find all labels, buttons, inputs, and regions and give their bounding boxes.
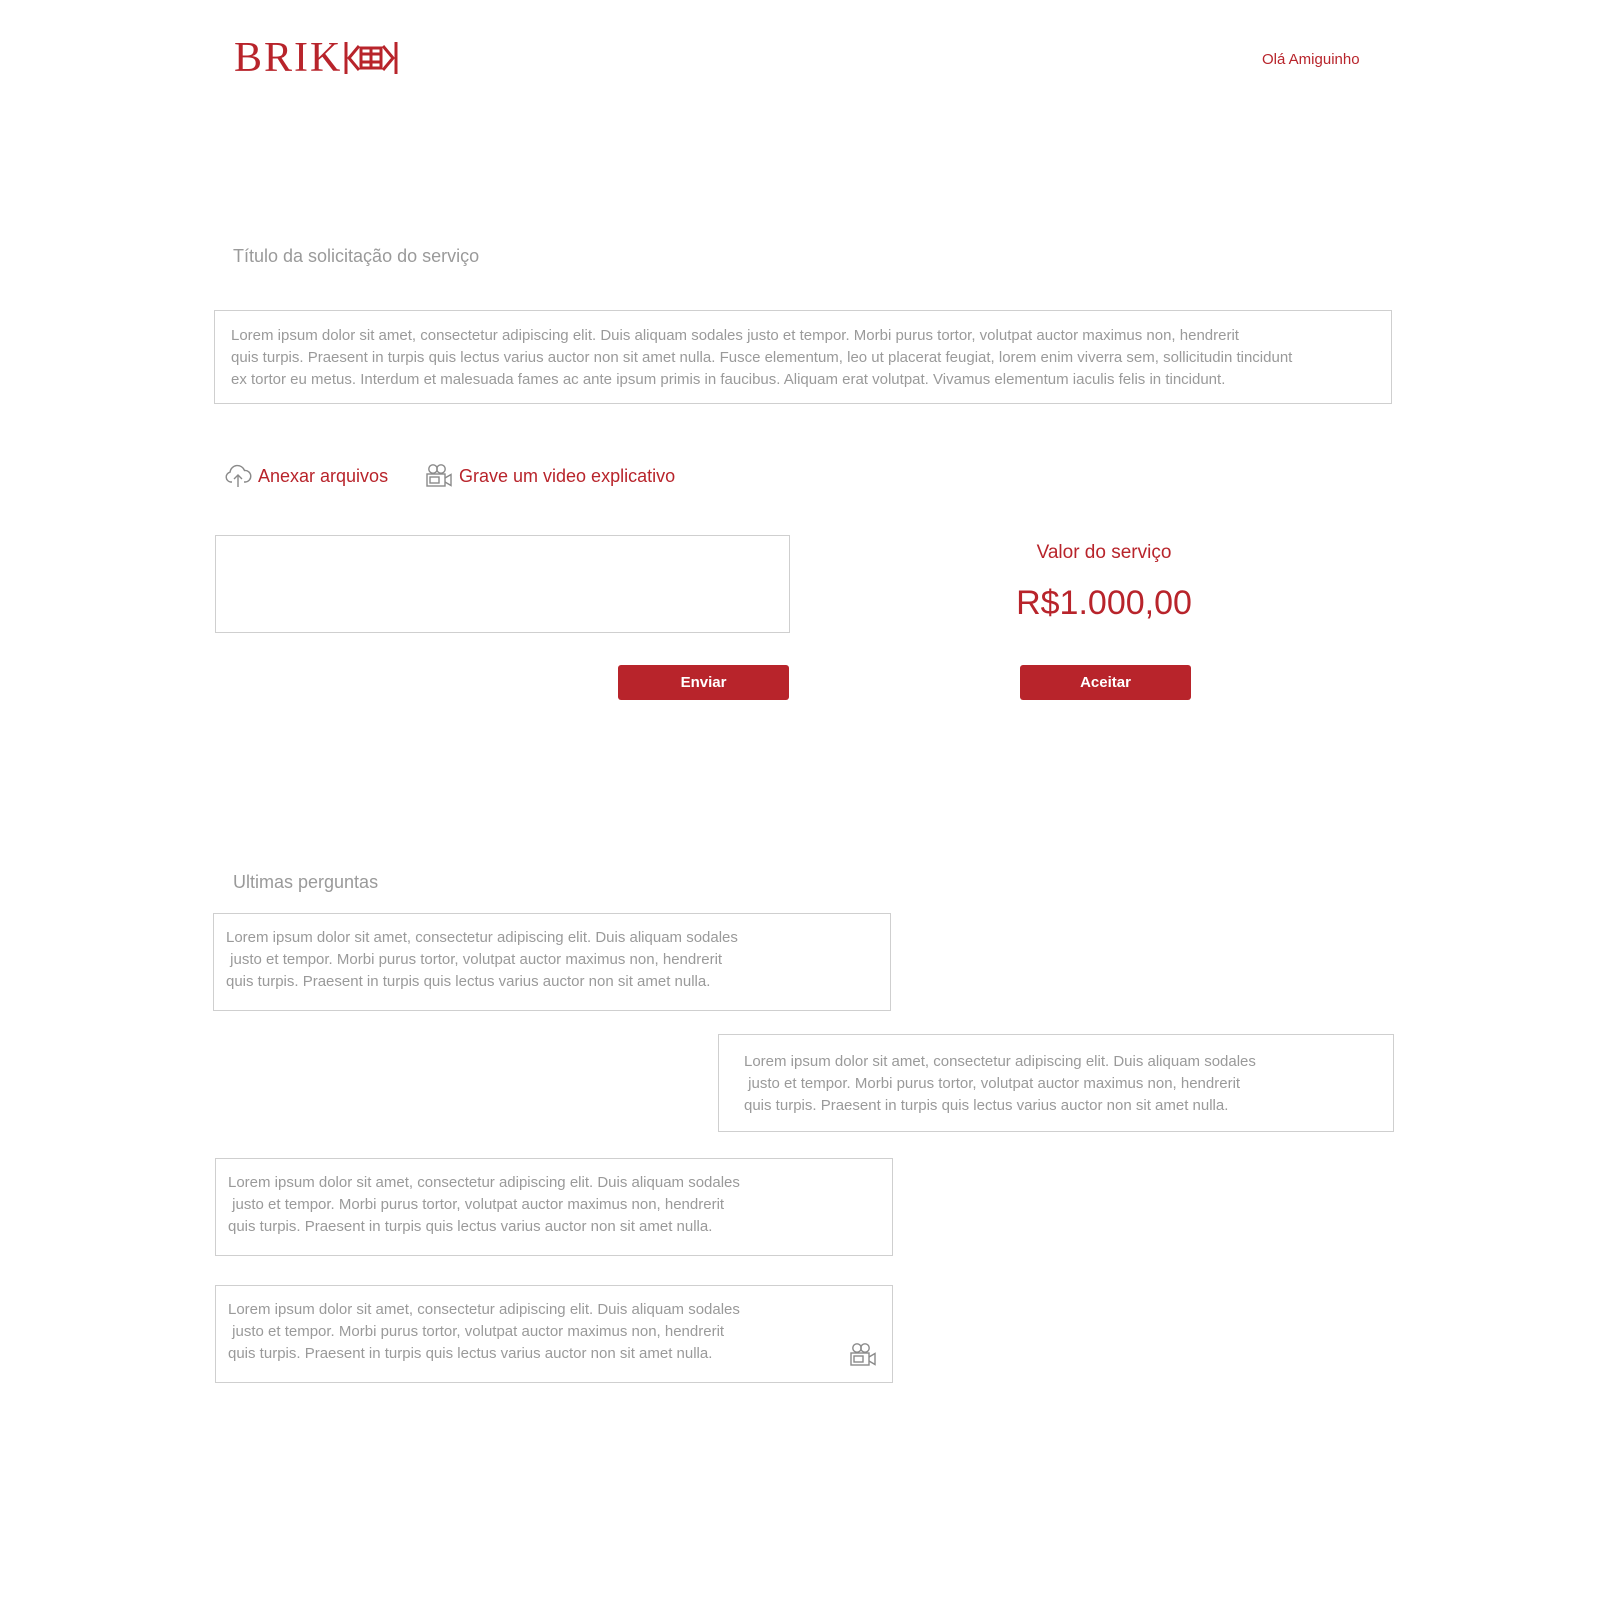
send-button[interactable]: Enviar: [618, 665, 789, 700]
logo-mark-icon: [344, 42, 398, 74]
price-value: R$1.000,00: [1016, 584, 1192, 622]
question-line: Lorem ipsum dolor sit amet, consectetur …: [226, 929, 738, 946]
brand-logo[interactable]: BRIK: [234, 35, 399, 81]
question-line: Lorem ipsum dolor sit amet, consectetur …: [228, 1301, 740, 1318]
question-line: justo et tempor. Morbi purus tortor, vol…: [228, 1196, 725, 1213]
question-line: justo et tempor. Morbi purus tortor, vol…: [226, 951, 723, 968]
message-input[interactable]: [215, 535, 790, 633]
question-line: quis turpis. Praesent in turpis quis lec…: [228, 1218, 713, 1235]
question-line: quis turpis. Praesent in turpis quis lec…: [744, 1097, 1229, 1114]
question-card: Lorem ipsum dolor sit amet, consectetur …: [215, 1285, 893, 1383]
accept-button[interactable]: Aceitar: [1020, 665, 1191, 700]
description-line: Lorem ipsum dolor sit amet, consectetur …: [231, 327, 1239, 344]
description-line: quis turpis. Praesent in turpis quis lec…: [231, 349, 1293, 366]
price-label: Valor do serviço: [1036, 542, 1172, 563]
record-video-link[interactable]: Grave um video explicativo: [425, 463, 675, 489]
question-line: Lorem ipsum dolor sit amet, consectetur …: [744, 1053, 1256, 1070]
questions-title: Ultimas perguntas: [233, 872, 379, 892]
request-description: Lorem ipsum dolor sit amet, consectetur …: [214, 310, 1392, 404]
question-line: quis turpis. Praesent in turpis quis lec…: [226, 973, 711, 990]
attach-files-label: Anexar arquivos: [258, 465, 389, 486]
request-title: Título da solicitação do serviço: [233, 246, 480, 266]
attach-files-link[interactable]: Anexar arquivos: [224, 463, 388, 489]
question-line: Lorem ipsum dolor sit amet, consectetur …: [228, 1174, 740, 1191]
record-video-label: Grave um video explicativo: [459, 465, 676, 486]
question-card: Lorem ipsum dolor sit amet, consectetur …: [213, 913, 891, 1011]
description-line: ex tortor eu metus. Interdum et malesuad…: [231, 371, 1226, 388]
question-line: justo et tempor. Morbi purus tortor, vol…: [228, 1323, 725, 1340]
answer-card: Lorem ipsum dolor sit amet, consectetur …: [718, 1034, 1394, 1132]
logo-text: BRIK: [234, 35, 343, 81]
video-camera-icon: [426, 464, 452, 487]
user-greeting[interactable]: Olá Amiguinho: [1262, 51, 1360, 68]
cloud-upload-icon: [225, 464, 252, 487]
video-camera-icon[interactable]: [849, 1342, 877, 1368]
question-line: quis turpis. Praesent in turpis quis lec…: [228, 1345, 713, 1362]
question-line: justo et tempor. Morbi purus tortor, vol…: [744, 1075, 1241, 1092]
question-card: Lorem ipsum dolor sit amet, consectetur …: [215, 1158, 893, 1256]
